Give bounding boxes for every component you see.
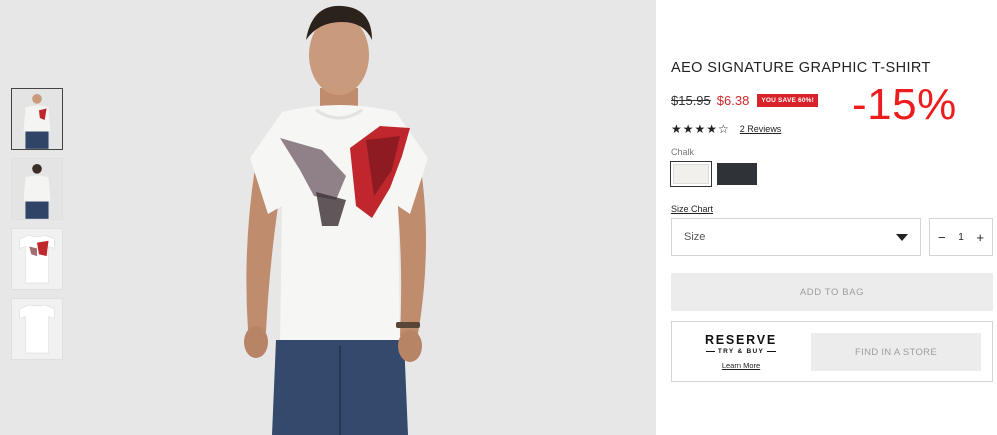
size-chart-link[interactable]: Size Chart (671, 204, 713, 214)
reviews-link[interactable]: 2 Reviews (740, 124, 782, 134)
product-title: AEO SIGNATURE GRAPHIC T-SHIRT (671, 60, 931, 76)
price-row: $15.95 $6.38 YOU SAVE 60%! (671, 92, 819, 108)
quantity-value: 1 (958, 231, 964, 243)
thumbnail-front-model-image (12, 89, 62, 149)
rating-row: ★★★★☆ 2 Reviews (671, 122, 781, 136)
reserve-logo: RESERVE TRY & BUY Learn More (692, 334, 790, 373)
thumbnail-flat-back-image (12, 299, 62, 359)
thumbnail-flat-front[interactable] (11, 228, 63, 290)
product-details-panel: AEO SIGNATURE GRAPHIC T-SHIRT $15.95 $6.… (656, 0, 997, 435)
thumbnail-back-model[interactable] (11, 158, 63, 220)
size-select[interactable]: Size (671, 218, 921, 256)
add-to-bag-button[interactable]: ADD TO BAG (671, 273, 993, 311)
reserve-subtitle: TRY & BUY (717, 348, 765, 355)
star-rating-icon: ★★★★☆ (671, 122, 730, 136)
divider-left (705, 351, 715, 352)
product-hero-image (196, 0, 496, 435)
thumbnail-list (11, 88, 63, 368)
learn-more-link[interactable]: Learn More (722, 361, 760, 370)
color-label: Chalk (671, 147, 695, 157)
price-sale: $6.38 (716, 92, 750, 108)
thumbnail-back-model-image (12, 159, 62, 219)
model-illustration (244, 5, 428, 435)
price-original: $15.95 (671, 92, 711, 108)
thumbnail-flat-back[interactable] (11, 298, 63, 360)
product-gallery (0, 0, 656, 435)
divider-right (767, 351, 777, 352)
chalk-swatch-fill (673, 164, 709, 184)
thumbnail-flat-front-image (12, 229, 62, 289)
quantity-minus-button[interactable]: − (938, 231, 946, 244)
reserve-try-buy-box: RESERVE TRY & BUY Learn More FIND IN A S… (671, 321, 993, 382)
promo-discount: -15% (852, 80, 957, 129)
size-select-label: Size (684, 231, 706, 243)
reserve-title: RESERVE (704, 333, 778, 347)
thumbnail-front-model[interactable] (11, 88, 63, 150)
reserve-subtitle-row: TRY & BUY (692, 348, 790, 355)
quantity-plus-button[interactable]: + (976, 231, 984, 244)
quantity-stepper: − 1 + (929, 218, 993, 256)
save-badge: YOU SAVE 60%! (757, 93, 819, 107)
color-swatch-chalk[interactable] (670, 161, 712, 187)
find-in-store-button[interactable]: FIND IN A STORE (811, 333, 981, 371)
color-swatch-dark[interactable] (717, 163, 757, 185)
caret-down-icon (896, 233, 908, 241)
